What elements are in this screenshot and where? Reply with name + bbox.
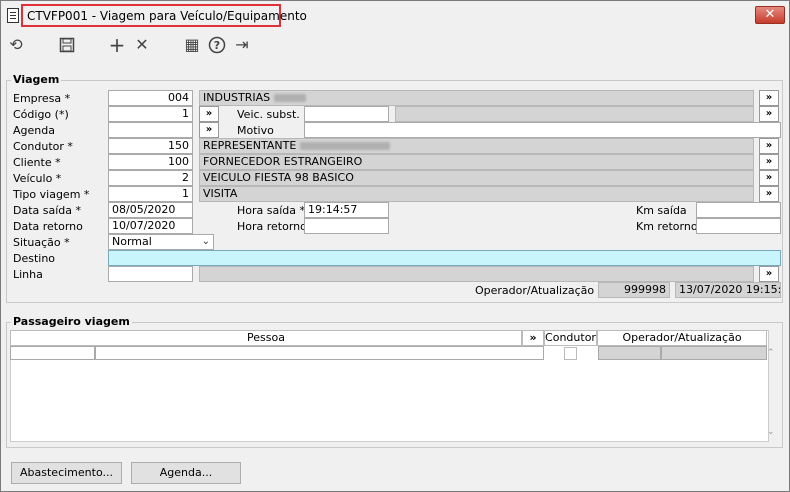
situacao-select[interactable]: Normal ⌄	[108, 234, 214, 250]
condutor-column-header[interactable]: Condutor	[544, 330, 597, 346]
pessoa-lookup-button[interactable]: »	[522, 330, 544, 346]
tipo-viagem-label: Tipo viagem *	[13, 188, 90, 201]
tipo-viagem-code-field[interactable]: 1	[108, 186, 193, 202]
km-saida-label: Km saída	[636, 204, 687, 217]
chevron-down-icon: ⌄	[201, 236, 210, 247]
empresa-name-field: INDUSTRIAS	[199, 90, 754, 106]
codigo-label: Código (*)	[13, 108, 69, 121]
km-retorno-label: Km retorno	[636, 220, 698, 233]
operador-datetime-cell	[661, 346, 767, 360]
situacao-value: Normal	[112, 235, 152, 248]
cliente-label: Cliente *	[13, 156, 61, 169]
destino-field[interactable]	[108, 250, 781, 266]
veic-subst-code-field[interactable]	[304, 106, 389, 122]
km-retorno-field[interactable]	[696, 218, 781, 234]
codigo-lookup-button[interactable]: »	[199, 106, 219, 122]
condutor-lookup-button[interactable]: »	[759, 138, 779, 154]
undo-icon[interactable]: ⟲	[5, 34, 27, 56]
linha-code-field[interactable]	[108, 266, 193, 282]
data-retorno-label: Data retorno	[13, 220, 83, 233]
data-retorno-field[interactable]: 10/07/2020	[108, 218, 193, 234]
agenda-button[interactable]: Agenda...	[131, 462, 241, 484]
condutor-name-field: REPRESENTANTE	[199, 138, 754, 154]
abastecimento-button[interactable]: Abastecimento...	[11, 462, 122, 484]
agenda-label: Agenda	[13, 124, 55, 137]
passageiro-group-label: Passageiro viagem	[11, 315, 132, 328]
veiculo-label: Veículo *	[13, 172, 62, 185]
viagem-group-label: Viagem	[11, 73, 62, 86]
agenda-field[interactable]	[108, 122, 193, 138]
operador-code-field: 999998	[598, 282, 670, 298]
operador-code-cell	[598, 346, 661, 360]
motivo-field[interactable]	[304, 122, 781, 138]
linha-label: Linha	[13, 268, 43, 281]
empresa-label: Empresa *	[13, 92, 71, 105]
help-icon[interactable]: ?	[206, 34, 228, 56]
save-icon[interactable]	[56, 34, 78, 56]
cliente-name-field: FORNECEDOR ESTRANGEIRO	[199, 154, 754, 170]
cliente-lookup-button[interactable]: »	[759, 154, 779, 170]
hora-retorno-label: Hora retorno	[237, 220, 307, 233]
data-saida-field[interactable]: 08/05/2020	[108, 202, 193, 218]
veiculo-name-field: VEICULO FIESTA 98 BASICO	[199, 170, 754, 186]
veiculo-lookup-button[interactable]: »	[759, 170, 779, 186]
scroll-down-icon[interactable]: ⌄	[767, 427, 775, 437]
calculator-icon[interactable]: ▦	[181, 34, 203, 56]
veiculo-code-field[interactable]: 2	[108, 170, 193, 186]
close-button[interactable]: ✕	[755, 6, 785, 24]
exit-icon[interactable]: ⇥	[231, 34, 253, 56]
document-icon	[7, 8, 19, 23]
motivo-label: Motivo	[237, 124, 274, 137]
window-title: CTVFP001 - Viagem para Veículo/Equipamen…	[21, 4, 307, 27]
scroll-up-icon[interactable]: ⌃	[767, 348, 775, 358]
destino-label: Destino	[13, 252, 56, 265]
km-saida-field[interactable]	[696, 202, 781, 218]
operador-column-header[interactable]: Operador/Atualização	[597, 330, 767, 346]
hora-saida-label: Hora saída *	[237, 204, 306, 217]
pessoa-column-header[interactable]: Pessoa	[10, 330, 522, 346]
tipo-viagem-name-field: VISITA	[199, 186, 754, 202]
app-window: CTVFP001 - Viagem para Veículo/Equipamen…	[0, 0, 790, 492]
condutor-label: Condutor *	[13, 140, 73, 153]
empresa-lookup-button[interactable]: »	[759, 90, 779, 106]
operador-label: Operador/Atualização	[475, 284, 595, 297]
hora-saida-field[interactable]: 19:14:57	[304, 202, 389, 218]
veic-subst-lookup-button[interactable]: »	[759, 106, 779, 122]
pessoa-name-cell[interactable]	[95, 346, 544, 360]
svg-text:?: ?	[214, 39, 220, 52]
title-bar: CTVFP001 - Viagem para Veículo/Equipamen…	[1, 1, 789, 31]
empresa-code-field[interactable]: 004	[108, 90, 193, 106]
agenda-lookup-button[interactable]: »	[199, 122, 219, 138]
situacao-label: Situação *	[13, 236, 70, 249]
condutor-code-field[interactable]: 150	[108, 138, 193, 154]
hora-retorno-field[interactable]	[304, 218, 389, 234]
cliente-code-field[interactable]: 100	[108, 154, 193, 170]
codigo-field[interactable]: 1	[108, 106, 193, 122]
condutor-checkbox[interactable]	[564, 347, 577, 360]
delete-icon[interactable]: ✕	[131, 34, 153, 56]
operador-datetime-field: 13/07/2020 19:15:13	[675, 282, 781, 298]
toolbar: ⟲ + ✕ ▦ ? ⇥	[1, 31, 789, 59]
linha-name-field	[199, 266, 754, 282]
add-icon[interactable]: +	[106, 34, 128, 56]
pessoa-code-cell[interactable]	[10, 346, 95, 360]
linha-lookup-button[interactable]: »	[759, 266, 779, 282]
data-saida-label: Data saída *	[13, 204, 82, 217]
veic-subst-label: Veic. subst.	[237, 108, 300, 121]
veic-subst-name-field	[395, 106, 754, 122]
tipo-viagem-lookup-button[interactable]: »	[759, 186, 779, 202]
